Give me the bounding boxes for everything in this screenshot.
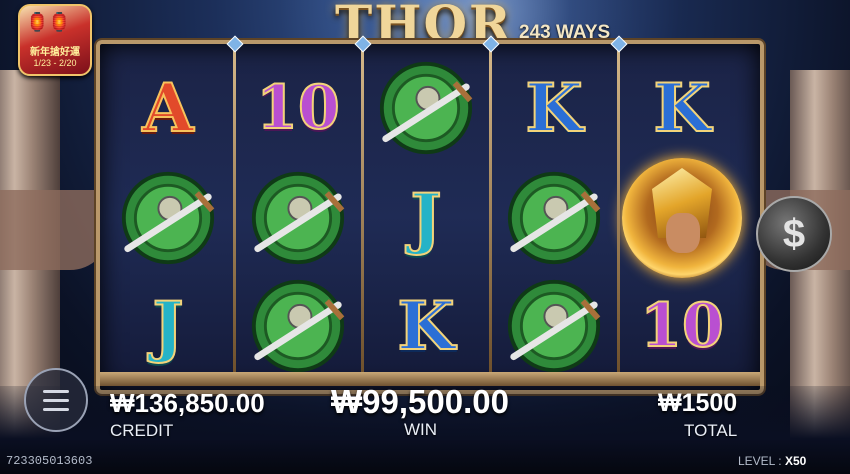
symbol-letter: J bbox=[151, 287, 184, 365]
symbol-10: 10 bbox=[236, 54, 360, 162]
symbol-k: K bbox=[492, 54, 616, 162]
symbol-k: K bbox=[364, 272, 488, 380]
reel-separator bbox=[361, 44, 364, 376]
symbol-j: J bbox=[106, 272, 230, 380]
symbol-k: K bbox=[620, 54, 744, 162]
symbol-letter: K bbox=[652, 69, 711, 147]
lantern-icon: 🏮🏮 bbox=[26, 12, 71, 32]
level-indicator: LEVEL : X50 bbox=[738, 454, 806, 468]
symbol-letter: K bbox=[524, 69, 583, 147]
menu-button[interactable] bbox=[24, 368, 88, 432]
left-temple-arch bbox=[0, 190, 110, 270]
symbol-a: A bbox=[106, 54, 230, 162]
level-value: X50 bbox=[784, 454, 807, 468]
shield-icon bbox=[250, 170, 346, 266]
thor-wild-symbol bbox=[620, 158, 744, 278]
symbol-j: J bbox=[364, 164, 488, 272]
symbol-letter: 10 bbox=[639, 291, 724, 361]
symbol-letter: J bbox=[409, 179, 442, 257]
shield-sword-symbol bbox=[106, 164, 230, 272]
shield-icon bbox=[250, 278, 346, 374]
symbol-letter: 10 bbox=[255, 73, 340, 143]
level-label: LEVEL : bbox=[738, 454, 782, 468]
shield-icon bbox=[378, 60, 474, 156]
hamburger-icon-line bbox=[43, 398, 69, 402]
symbol-letter: K bbox=[396, 287, 455, 365]
round-id: 723305013603 bbox=[6, 454, 93, 468]
promo-badge[interactable]: 🏮🏮 新年搶好運 1/23 - 2/20 bbox=[18, 4, 92, 76]
reel-separator bbox=[233, 44, 236, 376]
symbol-letter: A bbox=[141, 69, 194, 147]
shield-icon bbox=[120, 170, 216, 266]
shield-sword-symbol bbox=[492, 164, 616, 272]
shield-sword-symbol bbox=[492, 272, 616, 380]
shield-sword-symbol bbox=[236, 164, 360, 272]
shield-sword-symbol bbox=[236, 272, 360, 380]
dollar-icon: $ bbox=[782, 211, 806, 256]
reel-separator bbox=[617, 44, 620, 376]
credit-label: CREDIT bbox=[110, 421, 174, 440]
shield-sword-symbol bbox=[364, 54, 488, 162]
total-bet-label: TOTAL bbox=[684, 421, 738, 440]
shield-icon bbox=[506, 170, 602, 266]
hamburger-icon-line bbox=[43, 407, 69, 411]
credit-amount: ₩136,850.00 bbox=[110, 388, 265, 418]
win-label: WIN bbox=[404, 420, 438, 439]
shield-icon bbox=[506, 278, 602, 374]
hamburger-icon-line bbox=[43, 389, 69, 393]
promo-dates: 1/23 - 2/20 bbox=[33, 58, 77, 68]
bet-options-button[interactable]: $ bbox=[756, 196, 832, 272]
thor-portrait-icon bbox=[622, 158, 742, 278]
reel-separator bbox=[489, 44, 492, 376]
symbol-10: 10 bbox=[620, 272, 744, 380]
total-bet-amount[interactable]: ₩1500 bbox=[658, 389, 737, 418]
promo-title: 新年搶好運 bbox=[30, 47, 80, 58]
win-amount: ₩99,500.00 bbox=[331, 383, 509, 420]
